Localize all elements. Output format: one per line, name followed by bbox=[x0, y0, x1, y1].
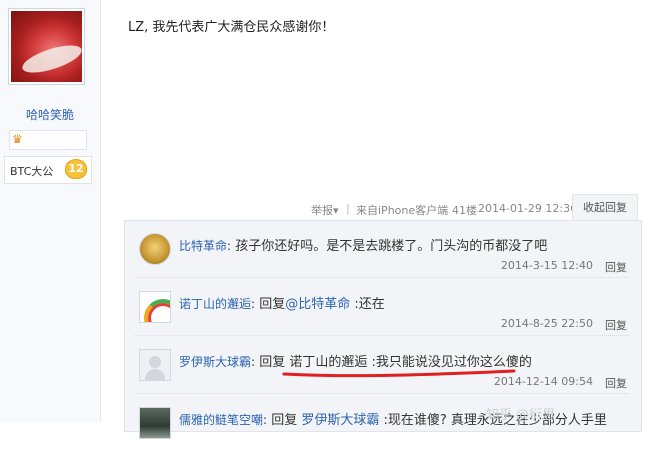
mention-link[interactable]: 罗伊斯大球霸 bbox=[301, 413, 379, 428]
badge-box: ♛ bbox=[9, 130, 87, 150]
reply-author[interactable]: 儒雅的鲢笔空嘲 bbox=[179, 413, 263, 427]
reply-text: 孩子你还好吗。是不是去跳楼了。门头沟的币都没了吧 bbox=[231, 239, 548, 254]
watermark: 知乎 @衍思 bbox=[486, 408, 556, 423]
level-badge[interactable]: BTC大公 12 bbox=[4, 156, 92, 184]
crown-icon: ♛ bbox=[12, 132, 23, 146]
reply-author[interactable]: 比特革命 bbox=[179, 239, 227, 253]
reply-button[interactable]: 回复 bbox=[605, 317, 627, 333]
post-content: LZ, 我先代表广大满仓民众感谢你！ bbox=[128, 20, 335, 35]
reply-avatar[interactable] bbox=[139, 233, 171, 265]
reply-author[interactable]: 罗伊斯大球霸 bbox=[179, 355, 251, 369]
reply-author[interactable]: 诺丁山的邂逅 bbox=[179, 297, 251, 311]
reply-text: :还在 bbox=[350, 297, 385, 312]
reply-button[interactable]: 回复 bbox=[605, 375, 627, 391]
level-number: 12 bbox=[65, 159, 87, 179]
reply-avatar[interactable] bbox=[139, 349, 171, 381]
post-time: 2014-01-29 12:36 bbox=[478, 202, 578, 215]
level-name: BTC大公 bbox=[10, 165, 54, 178]
meta-separator: | bbox=[346, 202, 350, 215]
author-username[interactable]: 哈哈笑脆 bbox=[0, 106, 100, 123]
reply-time: 2014-8-25 22:50 bbox=[500, 317, 593, 330]
reply-item: 比特革命: 孩子你还好吗。是不是去跳楼了。门头沟的币都没了吧 2014-3-15… bbox=[135, 221, 629, 278]
red-underline-annotation bbox=[282, 369, 516, 378]
reply-panel: 比特革命: 孩子你还好吗。是不是去跳楼了。门头沟的币都没了吧 2014-3-15… bbox=[124, 220, 642, 439]
reply-button[interactable]: 回复 bbox=[605, 259, 627, 275]
mention-link[interactable]: @比特革命 bbox=[285, 297, 350, 312]
post-source: 来自iPhone客户端 bbox=[356, 204, 449, 217]
reply-time: 2014-3-15 12:40 bbox=[500, 259, 593, 272]
reply-avatar[interactable] bbox=[139, 407, 171, 439]
reply-avatar[interactable] bbox=[139, 291, 171, 323]
author-avatar[interactable] bbox=[8, 8, 85, 85]
collapse-replies-button[interactable]: 收起回复 bbox=[572, 194, 638, 221]
reply-item: 罗伊斯大球霸: 回复 诺丁山的邂逅 :我只能说没见过你这么傻的 2014-12-… bbox=[135, 337, 629, 394]
report-button[interactable]: 举报▾ bbox=[311, 202, 339, 218]
author-sidebar: 哈哈笑脆 ♛ BTC大公 12 bbox=[0, 0, 101, 422]
post-floor: 41楼 bbox=[452, 204, 477, 217]
reply-item: 诺丁山的邂逅: 回复@比特革命 :还在 2014-8-25 22:50 回复 bbox=[135, 279, 629, 336]
